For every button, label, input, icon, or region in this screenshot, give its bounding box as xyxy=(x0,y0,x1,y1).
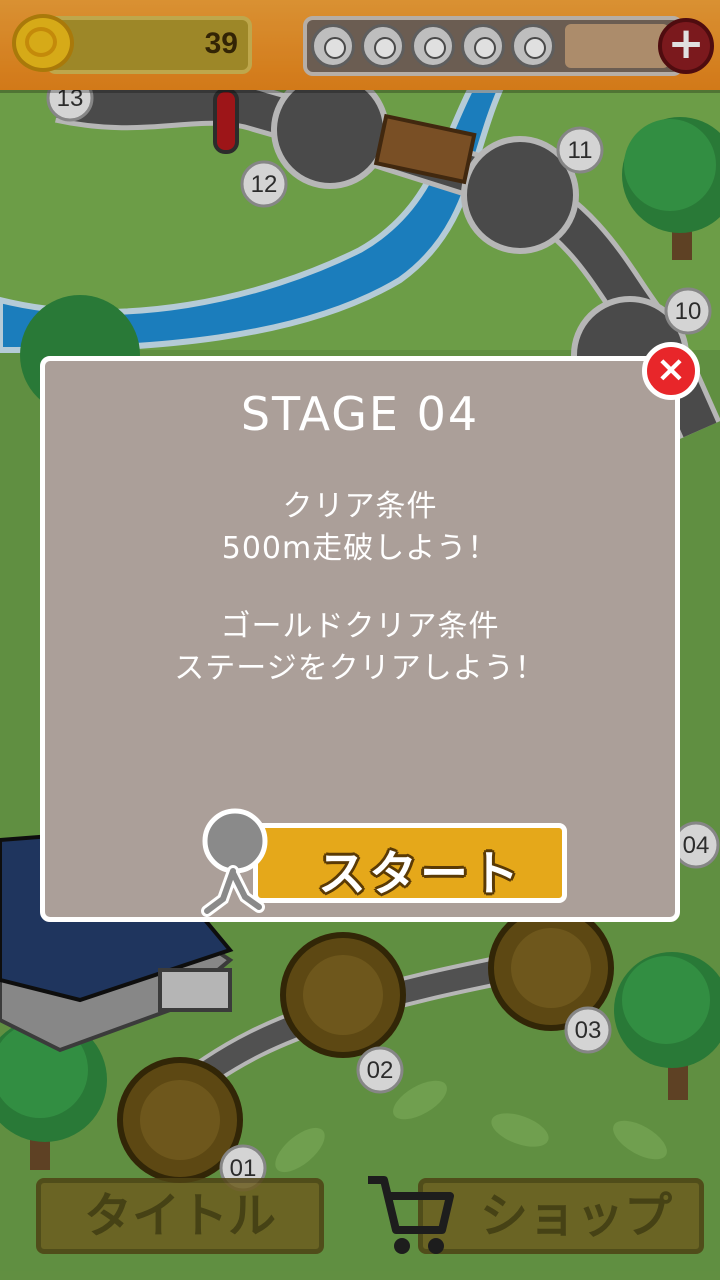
clear-condition-text: 500m走破しよう！ xyxy=(221,531,499,566)
stage-title: STAGE 04 xyxy=(240,387,480,441)
stage-info-dialog: STAGE 04 クリア条件 500m走破しよう！ ゴールドクリア条件 ステージ… xyxy=(40,356,680,922)
runner-icon xyxy=(201,808,268,917)
close-button[interactable]: × xyxy=(642,342,700,400)
gold-condition-label: ゴールドクリア条件 xyxy=(220,609,500,644)
clear-condition-label: クリア条件 xyxy=(282,489,438,524)
gold-condition-text: ステージをクリアしよう！ xyxy=(174,651,546,686)
start-button-label: スタート xyxy=(318,846,523,902)
start-button[interactable]: スタート xyxy=(253,823,567,903)
